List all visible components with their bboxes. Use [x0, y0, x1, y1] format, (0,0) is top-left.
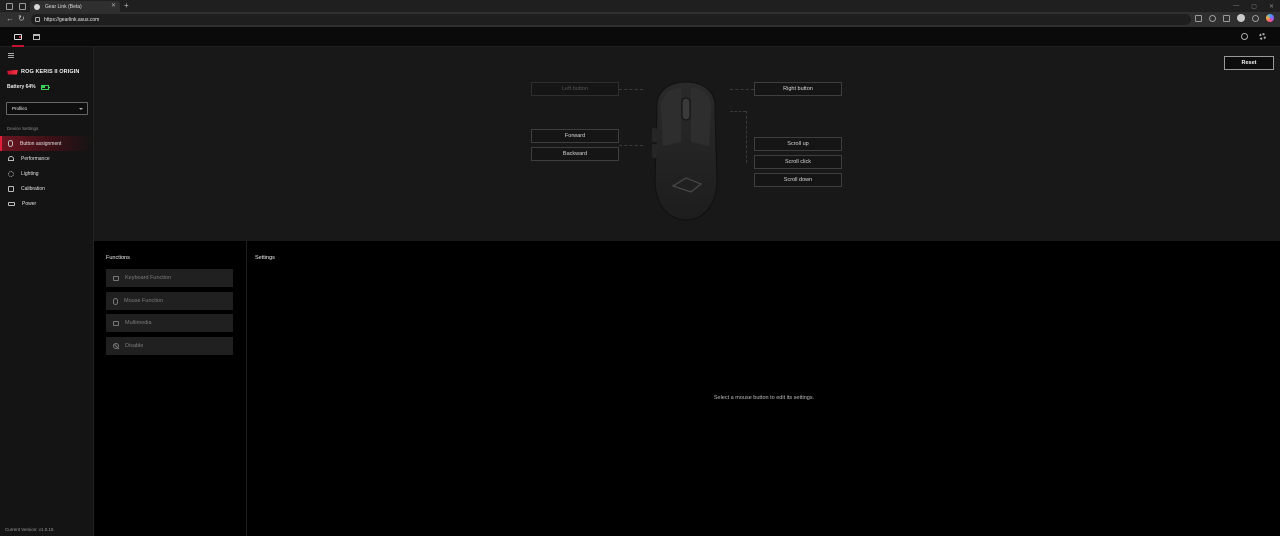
func-label: Disable — [125, 343, 144, 349]
sync-icon[interactable] — [1241, 33, 1248, 40]
url-field[interactable]: https://gearlink.asus.com — [31, 14, 1191, 25]
reset-button[interactable]: Reset — [1224, 56, 1274, 70]
mouse-icon — [8, 140, 13, 147]
backward-button-assign[interactable]: Backward — [531, 147, 619, 161]
nav-item-power[interactable]: Power — [0, 196, 94, 211]
left-button-assign[interactable]: Left button — [531, 82, 619, 96]
new-tab-icon[interactable]: + — [124, 0, 129, 12]
lock-icon — [35, 17, 40, 22]
profile-value: Profile1 — [12, 106, 28, 111]
leader-line — [619, 145, 643, 146]
func-label: Multimedia — [125, 320, 152, 326]
minimize-icon[interactable]: — — [1233, 3, 1239, 9]
tab-close-icon[interactable]: ✕ — [111, 2, 116, 9]
leader-line — [730, 89, 754, 90]
device-settings-label: Device Settings — [7, 126, 39, 131]
settings-hint: Select a mouse button to edit its settin… — [713, 395, 815, 401]
nav-item-calibration[interactable]: Calibration — [0, 181, 94, 196]
nav-item-lighting[interactable]: Lighting — [0, 166, 94, 181]
disable-icon — [113, 343, 119, 349]
url-text: https://gearlink.asus.com — [44, 16, 100, 23]
mouse-diagram-panel: Reset Left button Right button Forward B… — [94, 47, 1280, 241]
store-tab[interactable] — [29, 31, 43, 43]
leader-line — [619, 89, 643, 90]
forward-side-button[interactable] — [652, 128, 657, 142]
gauge-icon — [8, 156, 14, 161]
nav-item-label: Power — [22, 200, 37, 207]
store-icon — [32, 34, 40, 40]
back-icon[interactable]: ← — [6, 14, 14, 23]
scroll-wheel[interactable] — [681, 97, 691, 121]
battery-label: Battery 64% — [7, 84, 36, 90]
mouse-icon — [113, 297, 118, 305]
settings-nav: Button assignment Performance Lighting C… — [0, 136, 94, 211]
devices-tab[interactable] — [11, 31, 25, 47]
calibration-icon — [8, 185, 14, 192]
battery-fill — [42, 86, 46, 88]
nav-item-label: Calibration — [21, 185, 45, 192]
hamburger-menu-icon[interactable] — [8, 53, 14, 58]
browser-tab-bar: Gear Link (Beta) ✕ + — ▢ ✕ — [0, 0, 1280, 12]
left-click-shell[interactable] — [660, 88, 681, 146]
browser-menu-icon[interactable] — [6, 2, 13, 10]
func-label: Mouse Function — [124, 298, 164, 304]
app-header — [0, 27, 1280, 47]
profile-select[interactable]: Profile1 — [6, 102, 88, 115]
tab-favicon-icon — [34, 3, 40, 10]
backward-side-button[interactable] — [652, 144, 657, 158]
nav-item-label: Button assignment — [20, 140, 62, 147]
read-aloud-icon[interactable] — [1195, 14, 1202, 22]
favorites-icon[interactable] — [1223, 14, 1230, 22]
profile-avatar-icon[interactable] — [1237, 14, 1245, 22]
lighting-icon — [8, 170, 14, 177]
functions-panel: Functions Keyboard Function Mouse Functi… — [94, 241, 247, 536]
scroll-click-assign[interactable]: Scroll click — [754, 155, 842, 169]
leader-line — [730, 111, 746, 112]
keyboard-icon — [113, 275, 119, 281]
gear-icon[interactable] — [1259, 33, 1266, 40]
copilot-icon[interactable] — [1266, 14, 1274, 22]
battery-icon — [8, 201, 15, 206]
right-click-shell[interactable] — [691, 88, 712, 146]
func-label: Keyboard Function — [125, 275, 172, 281]
right-button-assign[interactable]: Right button — [754, 82, 842, 96]
maximize-icon[interactable]: ▢ — [1251, 3, 1257, 10]
nav-item-label: Performance — [21, 155, 50, 162]
scroll-up-assign[interactable]: Scroll up — [754, 137, 842, 151]
scroll-down-assign[interactable]: Scroll down — [754, 173, 842, 187]
settings-title: Settings — [255, 255, 275, 261]
close-window-icon[interactable]: ✕ — [1269, 3, 1274, 10]
multimedia-icon — [113, 320, 119, 326]
functions-title: Functions — [106, 255, 130, 261]
nav-item-performance[interactable]: Performance — [0, 151, 94, 166]
refresh-icon[interactable]: ↻ — [18, 14, 25, 23]
device-name: ROG KERIS II ORIGIN — [21, 69, 80, 75]
more-menu-icon[interactable] — [1252, 14, 1259, 22]
settings-panel: Settings Select a mouse button to edit i… — [248, 241, 1280, 536]
tab-actions-icon[interactable] — [19, 2, 26, 10]
mouse-illustration — [652, 81, 718, 221]
browser-address-bar: ← ↻ https://gearlink.asus.com — [0, 12, 1280, 27]
mouse-function-item[interactable]: Mouse Function — [106, 292, 233, 310]
rog-logo-icon — [7, 69, 18, 75]
nav-item-button-assignment[interactable]: Button assignment — [0, 136, 94, 151]
version-label: Current Version: v1.0.15 — [5, 527, 54, 532]
disable-item[interactable]: Disable — [106, 337, 233, 355]
battery-status: Battery 64% — [7, 84, 50, 90]
favorite-star-icon[interactable] — [1209, 14, 1216, 22]
battery-icon — [40, 84, 50, 90]
chevron-down-icon — [79, 107, 83, 110]
tab-title: Gear Link (Beta) — [45, 3, 82, 10]
device-header: ROG KERIS II ORIGIN — [7, 69, 79, 75]
leader-line — [746, 111, 747, 163]
nav-item-label: Lighting — [21, 170, 39, 177]
keyboard-function-item[interactable]: Keyboard Function — [106, 269, 233, 287]
device-icon — [14, 34, 22, 40]
forward-button-assign[interactable]: Forward — [531, 129, 619, 143]
browser-tab[interactable]: Gear Link (Beta) ✕ — [30, 1, 120, 12]
sidebar: ROG KERIS II ORIGIN Battery 64% Profile1… — [0, 47, 94, 536]
multimedia-item[interactable]: Multimedia — [106, 314, 233, 332]
